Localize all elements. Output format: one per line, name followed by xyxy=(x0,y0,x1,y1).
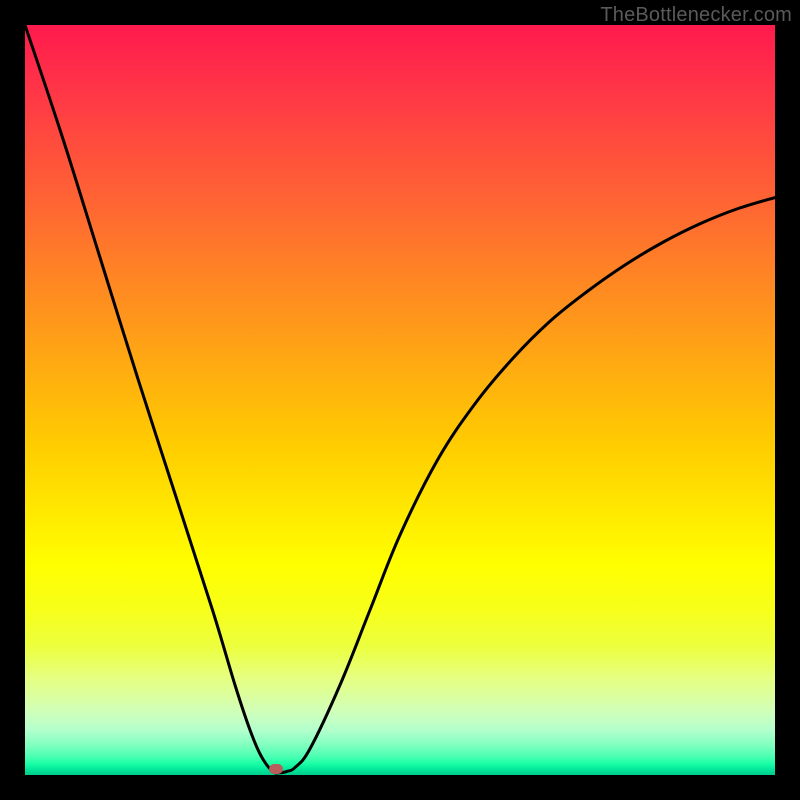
optimal-point-marker xyxy=(269,764,283,774)
curve-svg xyxy=(25,25,775,775)
chart-frame: TheBottlenecker.com xyxy=(0,0,800,800)
bottleneck-curve xyxy=(25,25,775,773)
watermark-text: TheBottlenecker.com xyxy=(600,4,792,27)
plot-area xyxy=(25,25,775,775)
